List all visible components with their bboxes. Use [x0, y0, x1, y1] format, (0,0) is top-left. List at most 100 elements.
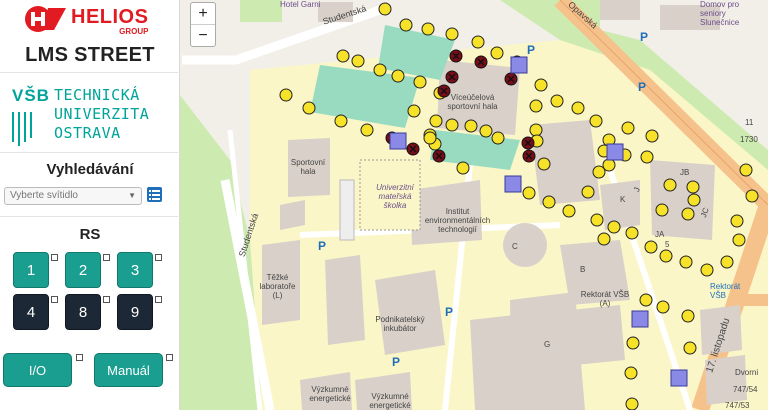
- lamp-marker[interactable]: [589, 114, 603, 128]
- lamp-marker[interactable]: [626, 336, 640, 350]
- lamp-marker[interactable]: [334, 114, 348, 128]
- switchboard-marker[interactable]: [510, 56, 528, 74]
- lamp-marker[interactable]: [720, 255, 734, 269]
- lamp-marker[interactable]: [597, 232, 611, 246]
- lamp-marker[interactable]: [529, 99, 543, 113]
- switchboard-marker[interactable]: [606, 143, 624, 161]
- lamp-marker[interactable]: [537, 157, 551, 171]
- lamp-marker[interactable]: [407, 104, 421, 118]
- lamp-marker[interactable]: [645, 129, 659, 143]
- lamp-marker[interactable]: [700, 263, 714, 277]
- lamp-marker[interactable]: [639, 293, 653, 307]
- rs-button-1[interactable]: 1: [13, 252, 49, 288]
- lamp-marker[interactable]: [522, 186, 536, 200]
- switchboard-marker[interactable]: [670, 369, 688, 387]
- lamp-marker[interactable]: [534, 78, 548, 92]
- manual-button[interactable]: Manuál: [94, 353, 163, 387]
- lamp-marker[interactable]: [562, 204, 576, 218]
- lamp-marker[interactable]: [640, 150, 654, 164]
- lamp-marker[interactable]: [686, 180, 700, 194]
- lamp-marker[interactable]: [732, 233, 746, 247]
- lamp-marker[interactable]: [413, 75, 427, 89]
- rs-button-2[interactable]: 2: [65, 252, 101, 288]
- lamp-marker[interactable]: [625, 226, 639, 240]
- rs-button-8[interactable]: 8: [65, 294, 101, 330]
- lamp-marker[interactable]: [739, 163, 753, 177]
- faulty-lamp-marker[interactable]: [522, 149, 536, 163]
- lamp-marker[interactable]: [592, 165, 606, 179]
- lamp-marker[interactable]: [399, 18, 413, 32]
- rs-checkbox-8[interactable]: [103, 296, 110, 303]
- lamp-marker[interactable]: [687, 193, 701, 207]
- lamp-marker[interactable]: [479, 124, 493, 138]
- list-button[interactable]: [147, 187, 162, 202]
- lamp-marker[interactable]: [550, 94, 564, 108]
- lamp-marker[interactable]: [730, 214, 744, 228]
- lamp-marker[interactable]: [378, 2, 392, 16]
- lamp-marker[interactable]: [445, 118, 459, 132]
- io-checkbox[interactable]: [76, 354, 83, 361]
- faulty-lamp-marker[interactable]: [406, 142, 420, 156]
- faulty-lamp-marker[interactable]: [504, 72, 518, 86]
- manual-checkbox[interactable]: [166, 354, 173, 361]
- switchboard-marker[interactable]: [504, 175, 522, 193]
- faulty-lamp-marker[interactable]: [445, 70, 459, 84]
- lamp-marker[interactable]: [625, 397, 639, 410]
- lamp-marker[interactable]: [302, 101, 316, 115]
- map[interactable]: Studentská Hotel Garni Opavská Domov pro…: [180, 0, 768, 410]
- lamp-marker[interactable]: [644, 240, 658, 254]
- lamp-marker[interactable]: [607, 220, 621, 234]
- rs-checkbox-2[interactable]: [103, 254, 110, 261]
- lamp-marker[interactable]: [663, 178, 677, 192]
- lamp-marker[interactable]: [683, 341, 697, 355]
- lamp-marker[interactable]: [360, 123, 374, 137]
- lamp-marker[interactable]: [491, 131, 505, 145]
- lamp-marker[interactable]: [529, 123, 543, 137]
- faulty-lamp-marker[interactable]: [449, 49, 463, 63]
- lamp-markers-layer: [279, 2, 759, 410]
- lamp-marker[interactable]: [445, 27, 459, 41]
- lamp-marker[interactable]: [655, 203, 669, 217]
- lamp-marker[interactable]: [471, 35, 485, 49]
- lamp-marker[interactable]: [279, 88, 293, 102]
- lamp-marker[interactable]: [681, 207, 695, 221]
- rs-button-9[interactable]: 9: [117, 294, 153, 330]
- lamp-marker[interactable]: [421, 22, 435, 36]
- rs-button-4[interactable]: 4: [13, 294, 49, 330]
- rs-button-3[interactable]: 3: [117, 252, 153, 288]
- lamp-marker[interactable]: [373, 63, 387, 77]
- lamp-marker[interactable]: [621, 121, 635, 135]
- switchboard-marker[interactable]: [389, 132, 407, 150]
- rs-checkbox-9[interactable]: [155, 296, 162, 303]
- lamp-marker[interactable]: [659, 249, 673, 263]
- lamp-marker[interactable]: [429, 114, 443, 128]
- lamp-marker[interactable]: [423, 131, 437, 145]
- faulty-lamp-marker[interactable]: [474, 55, 488, 69]
- rs-checkbox-3[interactable]: [155, 254, 162, 261]
- lamp-marker[interactable]: [542, 195, 556, 209]
- lamp-marker[interactable]: [456, 161, 470, 175]
- zoom-in-button[interactable]: +: [191, 3, 215, 25]
- rs-checkbox-1[interactable]: [51, 254, 58, 261]
- lamp-marker[interactable]: [571, 101, 585, 115]
- lamp-marker[interactable]: [681, 309, 695, 323]
- lamp-marker[interactable]: [391, 69, 405, 83]
- lamp-marker[interactable]: [656, 300, 670, 314]
- lamp-marker[interactable]: [581, 185, 595, 199]
- lamp-marker[interactable]: [490, 46, 504, 60]
- io-button[interactable]: I/O: [3, 353, 72, 387]
- lamp-marker[interactable]: [745, 189, 759, 203]
- faulty-lamp-marker[interactable]: [437, 84, 451, 98]
- lamp-marker[interactable]: [336, 49, 350, 63]
- lamp-marker[interactable]: [351, 54, 365, 68]
- lamp-marker[interactable]: [590, 213, 604, 227]
- zoom-out-button[interactable]: −: [191, 25, 215, 46]
- lamp-marker[interactable]: [624, 366, 638, 380]
- faulty-lamp-marker[interactable]: [521, 136, 535, 150]
- switchboard-marker[interactable]: [631, 310, 649, 328]
- lamp-marker[interactable]: [679, 255, 693, 269]
- faulty-lamp-marker[interactable]: [432, 149, 446, 163]
- lamp-select[interactable]: Vyberte svítidlo ▼: [4, 187, 142, 205]
- lamp-marker[interactable]: [464, 119, 478, 133]
- rs-checkbox-4[interactable]: [51, 296, 58, 303]
